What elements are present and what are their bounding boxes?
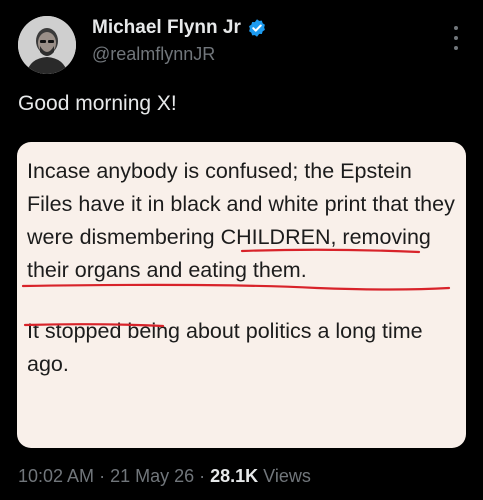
previous-tweet-remnant [0,0,483,6]
display-name[interactable]: Michael Flynn Jr [92,17,241,39]
views-count[interactable]: 28.1K [210,466,258,486]
card-paragraph-2: It stopped being about politics a long t… [27,319,423,376]
person-avatar-icon [18,16,76,74]
card-paragraph-1: Incase anybody is confused; the Epstein … [27,155,459,287]
tweet-time[interactable]: 10:02 AM [18,466,94,486]
meta-separator: · [194,466,211,486]
tweet-date[interactable]: 21 May 26 [110,466,194,486]
author-name-row[interactable]: Michael Flynn Jr [92,15,267,41]
more-options-button[interactable] [449,26,463,50]
meta-separator: · [94,466,111,486]
views-label: Views [258,466,311,486]
quoted-image-card[interactable]: Incase anybody is confused; the Epstein … [17,142,466,448]
avatar[interactable] [18,16,76,74]
more-vertical-icon [454,26,458,30]
card-text-underlined: dismembering CHILDREN, removing their or… [27,225,431,282]
author-handle[interactable]: @realmflynnJR [92,44,215,65]
card-text-period: . [300,258,307,282]
verified-badge-icon [248,19,265,37]
tweet-meta: 10:02 AM · 21 May 26 · 28.1K Views [18,466,311,487]
card-text: Incase anybody is confused; the Epstein … [27,155,459,381]
tweet-text: Good morning X! [18,92,177,115]
